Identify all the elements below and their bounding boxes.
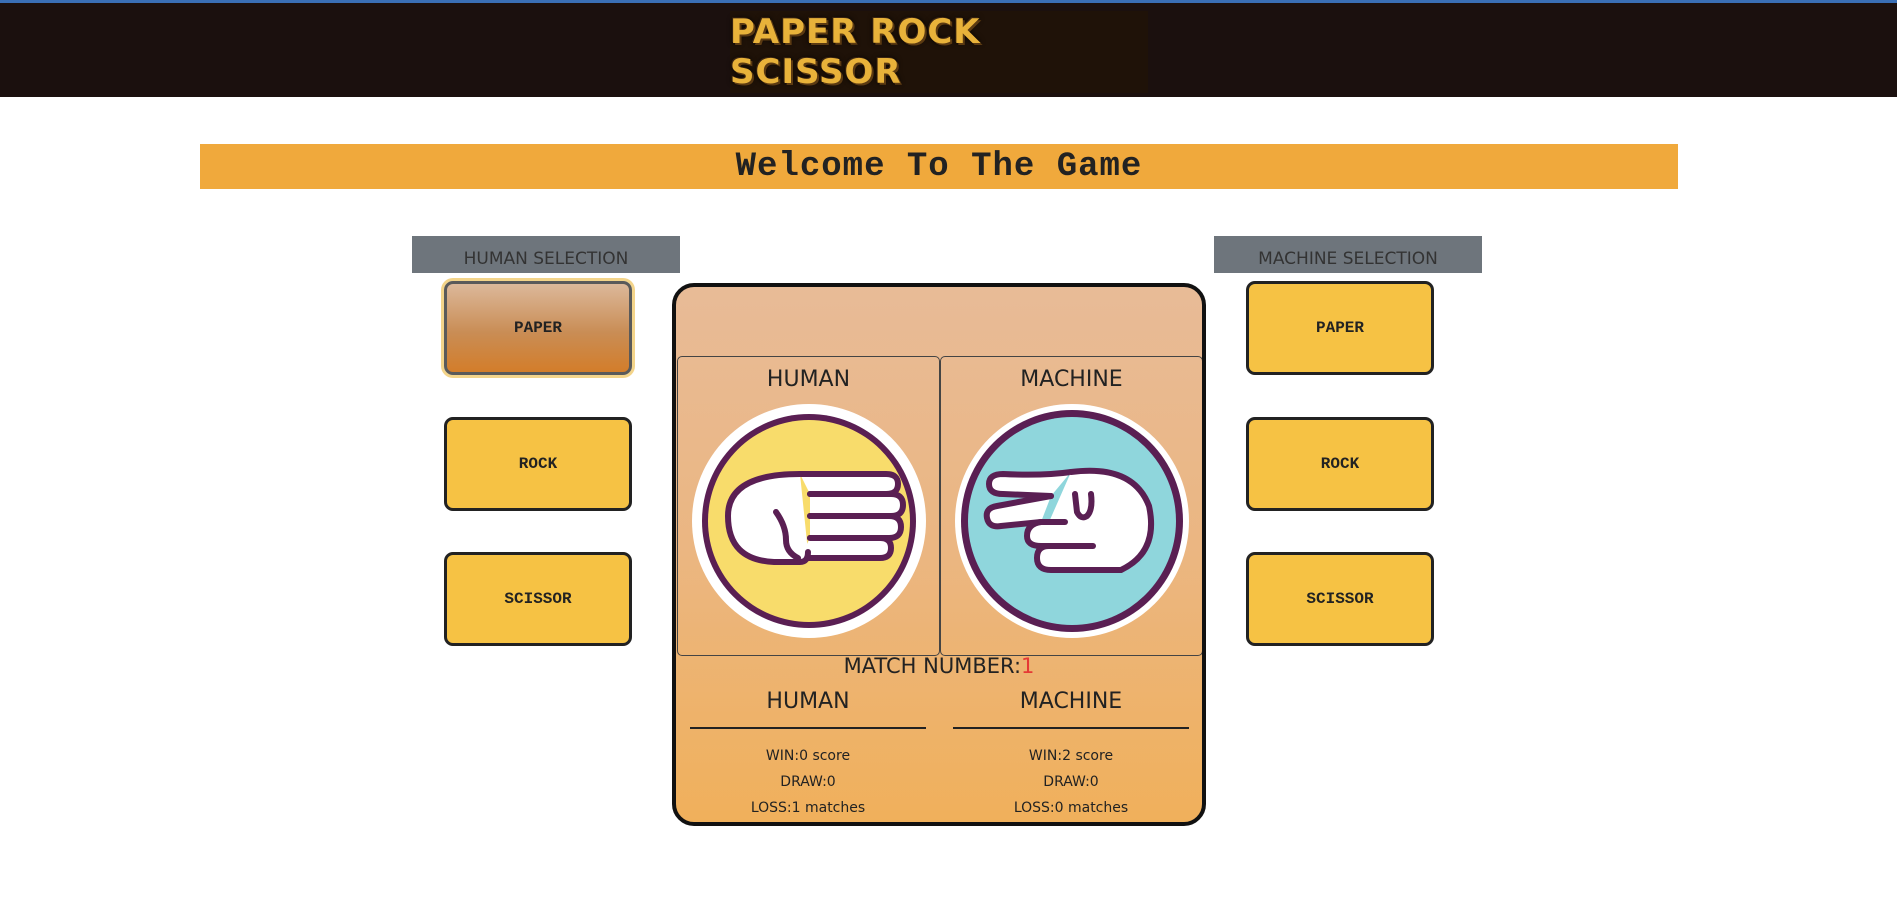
machine-paper-button[interactable]: PAPER bbox=[1246, 281, 1434, 375]
game-board: HUMAN MACHINE MATCH NUMBER:1 HUMAN WIN:0… bbox=[672, 283, 1206, 826]
machine-score-title: MACHINE bbox=[1019, 689, 1123, 714]
human-loss: LOSS:1 matches bbox=[750, 800, 866, 816]
human-panel-title: HUMAN bbox=[766, 367, 851, 392]
machine-panel-title: MACHINE bbox=[1020, 367, 1123, 392]
match-number-label: MATCH NUMBER:1 bbox=[676, 654, 1202, 678]
logo-text: PAPER ROCK SCISSOR bbox=[730, 12, 981, 92]
welcome-banner: Welcome To The Game bbox=[200, 144, 1678, 189]
machine-selection-header: MACHINE SELECTION bbox=[1214, 236, 1482, 273]
welcome-title: Welcome To The Game bbox=[735, 147, 1143, 186]
machine-draw: DRAW:0 bbox=[1043, 774, 1099, 790]
machine-score: MACHINE WIN:2 score DRAW:0 LOSS:0 matche… bbox=[953, 689, 1189, 821]
machine-rock-button[interactable]: ROCK bbox=[1246, 417, 1434, 511]
human-draw: DRAW:0 bbox=[780, 774, 836, 790]
scissor-hand-icon bbox=[955, 404, 1189, 638]
human-panel: HUMAN bbox=[677, 356, 940, 656]
machine-scissor-button[interactable]: SCISSOR bbox=[1246, 552, 1434, 646]
match-number-value: 1 bbox=[1021, 654, 1035, 678]
human-score-divider bbox=[690, 727, 926, 729]
machine-panel: MACHINE bbox=[940, 356, 1202, 656]
game-logo: PAPER ROCK SCISSOR bbox=[730, 11, 1148, 93]
match-label-text: MATCH NUMBER: bbox=[843, 654, 1022, 678]
machine-win: WIN:2 score bbox=[1028, 748, 1114, 764]
top-bar: PAPER ROCK SCISSOR bbox=[0, 3, 1897, 97]
human-score-title: HUMAN bbox=[766, 689, 850, 714]
human-scissor-button[interactable]: SCISSOR bbox=[444, 552, 632, 646]
human-win: WIN:0 score bbox=[765, 748, 851, 764]
human-score: HUMAN WIN:0 score DRAW:0 LOSS:1 matches bbox=[690, 689, 926, 821]
human-paper-button[interactable]: PAPER bbox=[444, 281, 632, 375]
paper-hand-icon bbox=[692, 404, 926, 638]
machine-loss: LOSS:0 matches bbox=[1013, 800, 1129, 816]
human-rock-button[interactable]: ROCK bbox=[444, 417, 632, 511]
machine-score-divider bbox=[953, 727, 1189, 729]
human-selection-header: HUMAN SELECTION bbox=[412, 236, 680, 273]
